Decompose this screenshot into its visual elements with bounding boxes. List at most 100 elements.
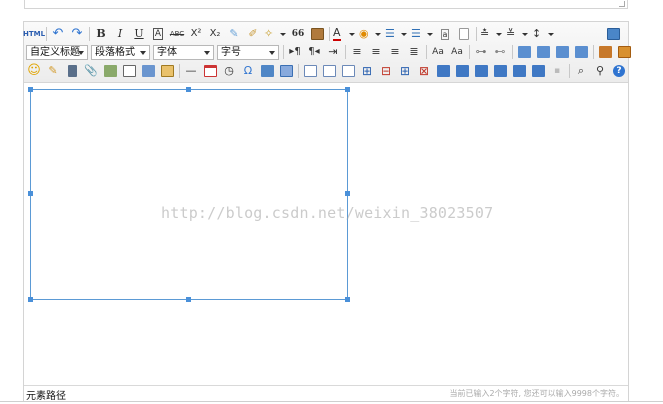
indent-button[interactable]: ⇥ bbox=[325, 44, 341, 60]
custom-title-select[interactable]: 自定义标题 bbox=[26, 44, 88, 60]
select-all-button[interactable]: a bbox=[437, 26, 453, 42]
lowercase-button[interactable]: Aa bbox=[449, 44, 465, 60]
clear-doc-button[interactable] bbox=[456, 26, 472, 42]
merge-right-button[interactable] bbox=[454, 63, 470, 79]
resize-handle[interactable] bbox=[28, 191, 33, 196]
link-button[interactable]: ⊶ bbox=[473, 44, 489, 60]
template-button[interactable] bbox=[278, 63, 294, 79]
insert-code-button[interactable] bbox=[140, 63, 156, 79]
format-brush-button[interactable]: ✐ bbox=[245, 26, 261, 42]
subscript-button[interactable]: X₂ bbox=[207, 26, 223, 42]
delete-col-button[interactable]: ⊠ bbox=[416, 63, 432, 79]
video-icon bbox=[67, 65, 77, 77]
unlink-button[interactable]: ⊷ bbox=[492, 44, 508, 60]
font-border-button[interactable]: A bbox=[150, 26, 166, 42]
strikethrough-button[interactable]: ABC bbox=[169, 26, 185, 42]
insert-caption-button[interactable] bbox=[340, 63, 356, 79]
toolbar-separator bbox=[512, 45, 513, 59]
image-icon bbox=[598, 46, 612, 58]
editor-content-area[interactable]: http://blog.csdn.net/weixin_38023507 bbox=[24, 83, 628, 386]
insert-video-button[interactable] bbox=[64, 63, 80, 79]
image-left-button[interactable] bbox=[535, 44, 551, 60]
rtl-button[interactable]: ¶◂ bbox=[306, 44, 322, 60]
undo-button[interactable]: ↶ bbox=[50, 26, 66, 42]
word-count-text: 当前已输入2个字符, 您还可以输入9998个字符。 bbox=[449, 389, 624, 398]
align-left-button[interactable]: ≡ bbox=[349, 44, 365, 60]
insert-row-button[interactable]: ⊞ bbox=[359, 63, 375, 79]
resize-handle[interactable] bbox=[345, 297, 350, 302]
align-center-button[interactable]: ≡ bbox=[368, 44, 384, 60]
bold-button[interactable]: B bbox=[93, 26, 109, 42]
preview-button[interactable]: ⌕ bbox=[573, 63, 589, 79]
align-right-button[interactable]: ≡ bbox=[387, 44, 403, 60]
paste-plain-button[interactable] bbox=[309, 26, 325, 42]
background-color-button[interactable]: ◉ bbox=[359, 26, 382, 42]
fullscreen-button[interactable] bbox=[605, 26, 621, 42]
resize-handle[interactable] bbox=[28, 87, 33, 92]
scrawl-button[interactable]: ✎ bbox=[45, 63, 61, 79]
insert-table-button[interactable] bbox=[302, 63, 318, 79]
source-html-button[interactable]: HTML bbox=[23, 26, 45, 42]
date-button[interactable] bbox=[202, 63, 218, 79]
italic-button[interactable]: I bbox=[112, 26, 128, 42]
attachment-button[interactable]: 📎 bbox=[83, 63, 99, 79]
search-replace-button[interactable]: ⚲ bbox=[592, 63, 608, 79]
unordered-list-button[interactable]: ☰ bbox=[411, 26, 434, 42]
image-none-button[interactable] bbox=[516, 44, 532, 60]
element-path-label: 元素路径 bbox=[26, 391, 66, 402]
embedded-frame[interactable] bbox=[30, 89, 348, 300]
resize-handle[interactable] bbox=[345, 191, 350, 196]
page-break-button[interactable] bbox=[159, 63, 175, 79]
resize-grip-icon[interactable] bbox=[619, 1, 625, 7]
ltr-button[interactable]: ▸¶ bbox=[287, 44, 303, 60]
line-height-button[interactable]: ↕ bbox=[532, 26, 555, 42]
delete-table-icon bbox=[322, 65, 336, 77]
uppercase-button[interactable]: Aa bbox=[430, 44, 446, 60]
redo-button[interactable]: ↷ bbox=[69, 26, 85, 42]
wordimage-button[interactable] bbox=[259, 63, 275, 79]
insert-image-button[interactable] bbox=[597, 44, 613, 60]
image-center-button[interactable] bbox=[573, 44, 589, 60]
font-family-select[interactable]: 字体 bbox=[153, 44, 214, 60]
time-button[interactable]: ◷ bbox=[221, 63, 237, 79]
auto-typeset-button[interactable]: ✧ bbox=[264, 26, 287, 42]
merge-down-button[interactable] bbox=[473, 63, 489, 79]
print-button[interactable]: ▪ bbox=[549, 63, 565, 79]
special-chars-button[interactable]: Ω bbox=[240, 63, 256, 79]
split-cols-icon bbox=[531, 65, 545, 77]
font-size-select[interactable]: 字号 bbox=[217, 44, 279, 60]
delete-table-button[interactable] bbox=[321, 63, 337, 79]
paragraph-format-select[interactable]: 段落格式 bbox=[91, 44, 150, 60]
justify-button[interactable]: ≣ bbox=[406, 44, 422, 60]
format-match-button[interactable]: ✎ bbox=[226, 26, 242, 42]
resize-handle[interactable] bbox=[186, 297, 191, 302]
superscript-button[interactable]: X² bbox=[188, 26, 204, 42]
insert-frame-button[interactable] bbox=[121, 63, 137, 79]
unlink-icon: ⊷ bbox=[494, 45, 506, 58]
resize-handle[interactable] bbox=[28, 297, 33, 302]
insert-multi-image-button[interactable] bbox=[616, 44, 632, 60]
insert-col-button[interactable]: ⊞ bbox=[397, 63, 413, 79]
delete-row-button[interactable]: ⊟ bbox=[378, 63, 394, 79]
ltr-icon: ▸¶ bbox=[289, 46, 301, 57]
emotion-button[interactable]: ☺ bbox=[26, 63, 42, 79]
row-spacing-bottom-button[interactable]: ≚ bbox=[506, 26, 529, 42]
horizontal-rule-button[interactable]: — bbox=[183, 63, 199, 79]
split-cells-icon bbox=[493, 65, 507, 77]
underline-button[interactable]: U bbox=[131, 26, 147, 42]
map-button[interactable] bbox=[102, 63, 118, 79]
row-spacing-top-button[interactable]: ≛ bbox=[480, 26, 503, 42]
upper-input-box[interactable] bbox=[24, 0, 628, 9]
image-right-button[interactable] bbox=[554, 44, 570, 60]
merge-cells-button[interactable] bbox=[435, 63, 451, 79]
split-cells-button[interactable] bbox=[492, 63, 508, 79]
blockquote-button[interactable]: 66 bbox=[290, 26, 306, 42]
split-rows-button[interactable] bbox=[511, 63, 527, 79]
resize-handle[interactable] bbox=[186, 87, 191, 92]
font-color-button[interactable]: A bbox=[333, 26, 356, 42]
split-cols-button[interactable] bbox=[530, 63, 546, 79]
resize-handle[interactable] bbox=[345, 87, 350, 92]
help-button[interactable]: ? bbox=[611, 63, 627, 79]
toolbar-separator bbox=[476, 27, 477, 41]
ordered-list-button[interactable]: ☰ bbox=[385, 26, 408, 42]
